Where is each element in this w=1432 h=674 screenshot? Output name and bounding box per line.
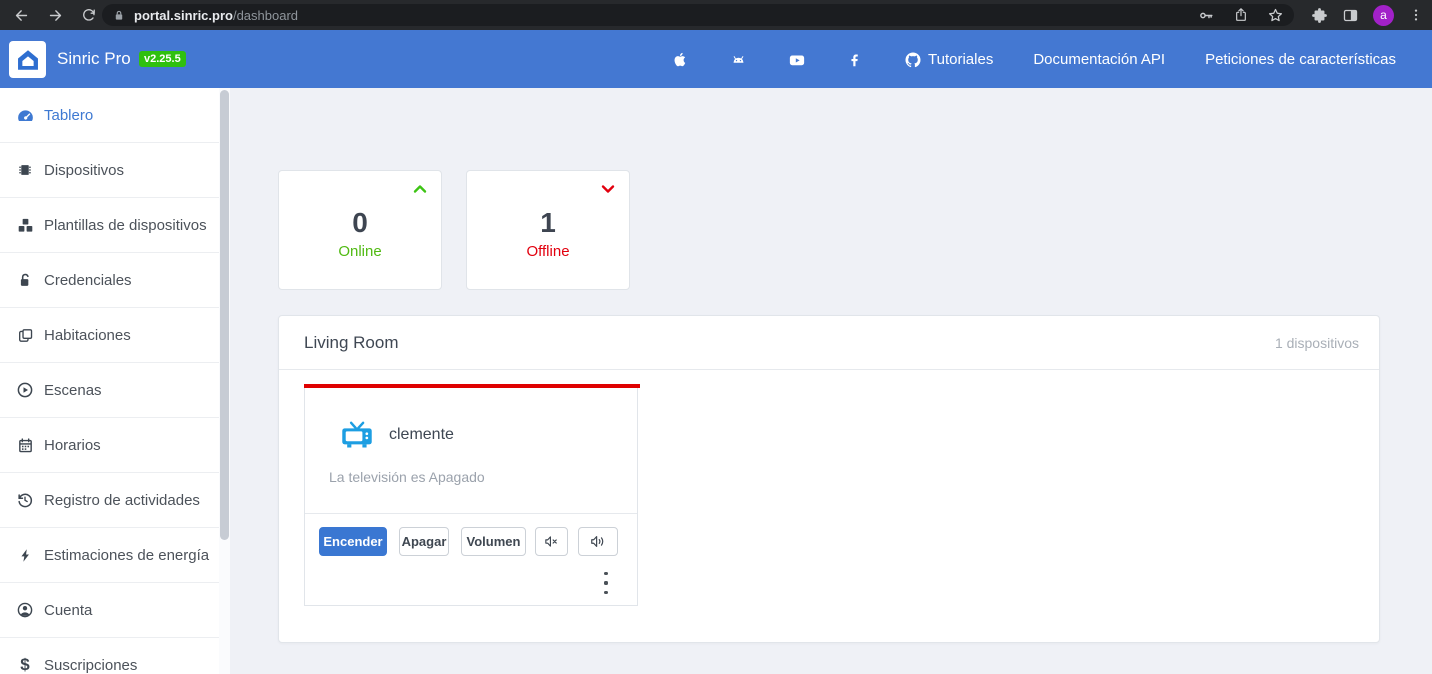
offline-stat-card[interactable]: 1 Offline: [466, 170, 630, 290]
lock-open-icon: [15, 270, 35, 290]
side-panel-icon[interactable]: [1342, 7, 1359, 24]
forward-button[interactable]: [42, 2, 68, 28]
url-bar[interactable]: portal.sinric.pro/dashboard: [102, 4, 1294, 26]
device-name: clemente: [389, 426, 454, 444]
lock-icon: [112, 8, 126, 23]
sidebar-item-plantillas[interactable]: Plantillas de dispositivos: [0, 198, 219, 253]
facebook-icon[interactable]: [846, 51, 863, 68]
user-circle-icon: [15, 600, 35, 620]
browser-toolbar: portal.sinric.pro/dashboard a: [0, 0, 1432, 30]
calendar-icon: [15, 435, 35, 455]
version-badge: v2.25.5: [139, 51, 186, 67]
turn-off-button[interactable]: Apagar: [399, 527, 449, 556]
extensions-puzzle-icon[interactable]: [1311, 7, 1328, 24]
sidebar-item-escenas[interactable]: Escenas: [0, 363, 219, 418]
header-nav-links: Tutoriales Documentación API Peticiones …: [928, 30, 1396, 88]
url-path: /dashboard: [233, 8, 298, 23]
room-panel: Living Room 1 dispositivos clemente La t…: [278, 315, 1380, 643]
sidebar-item-label: Horarios: [44, 437, 101, 454]
device-controls: Encender Apagar Volumen: [305, 513, 637, 605]
mute-button[interactable]: [535, 527, 568, 556]
sidebar-item-label: Dispositivos: [44, 162, 124, 179]
youtube-icon[interactable]: [788, 51, 805, 68]
reload-icon: [81, 7, 97, 23]
url-host: portal.sinric.pro: [134, 8, 233, 23]
sidebar-item-credenciales[interactable]: Credenciales: [0, 253, 219, 308]
dollar-icon: $: [15, 655, 35, 674]
room-panel-header: Living Room 1 dispositivos: [279, 316, 1379, 370]
brand-title: Sinric Pro: [57, 49, 131, 69]
sidebar-item-label: Plantillas de dispositivos: [44, 217, 207, 234]
sidebar-item-suscripciones[interactable]: $ Suscripciones: [0, 638, 219, 674]
offline-label: Offline: [467, 243, 629, 260]
sidebar-item-label: Registro de actividades: [44, 492, 200, 509]
page-scrollbar[interactable]: [219, 88, 230, 674]
share-icon[interactable]: [1233, 7, 1249, 23]
turn-on-button[interactable]: Encender: [319, 527, 387, 556]
back-icon: [13, 7, 30, 24]
play-circle-icon: [15, 380, 35, 400]
sidebar-item-label: Habitaciones: [44, 327, 131, 344]
sidebar-item-label: Credenciales: [44, 272, 132, 289]
volume-up-icon: [589, 534, 608, 549]
sidebar-item-habitaciones[interactable]: Habitaciones: [0, 308, 219, 363]
room-device-count: 1 dispositivos: [1275, 335, 1359, 351]
sidebar-item-cuenta[interactable]: Cuenta: [0, 583, 219, 638]
apple-icon[interactable]: [672, 51, 689, 68]
clone-icon: [15, 325, 35, 345]
sidebar-item-tablero[interactable]: Tablero: [0, 88, 219, 143]
scrollbar-thumb[interactable]: [220, 90, 229, 540]
device-more-menu[interactable]: [598, 572, 614, 594]
device-card: clemente La televisión es Apagado Encend…: [304, 384, 638, 606]
sidebar-item-energia[interactable]: Estimaciones de energía: [0, 528, 219, 583]
bolt-icon: [15, 545, 35, 565]
github-icon[interactable]: [904, 51, 921, 68]
browser-menu-icon[interactable]: [1408, 7, 1424, 23]
online-count: 0: [279, 207, 441, 239]
gauge-icon: [15, 105, 35, 125]
sidebar: Tablero Dispositivos Plantillas de dispo…: [0, 88, 219, 674]
history-icon: [15, 490, 35, 510]
room-title: Living Room: [304, 333, 399, 353]
back-button[interactable]: [8, 2, 34, 28]
bookmark-star-icon[interactable]: [1267, 7, 1284, 24]
sidebar-item-horarios[interactable]: Horarios: [0, 418, 219, 473]
header-social-icons: [672, 30, 921, 88]
nav-tutoriales[interactable]: Tutoriales: [928, 51, 993, 68]
sinric-logo[interactable]: [9, 41, 46, 78]
volume-button[interactable]: Volumen: [461, 527, 526, 556]
nav-peticiones[interactable]: Peticiones de características: [1205, 51, 1396, 68]
online-stat-card[interactable]: 0 Online: [278, 170, 442, 290]
chevron-down-icon: [601, 183, 615, 195]
sidebar-item-label: Escenas: [44, 382, 102, 399]
sidebar-item-dispositivos[interactable]: Dispositivos: [0, 143, 219, 198]
password-key-icon[interactable]: [1198, 7, 1215, 24]
profile-avatar[interactable]: a: [1373, 5, 1394, 26]
sidebar-item-label: Suscripciones: [44, 657, 137, 674]
tv-icon: [341, 421, 373, 448]
online-label: Online: [279, 243, 441, 260]
android-icon[interactable]: [730, 51, 747, 68]
sidebar-item-label: Tablero: [44, 107, 93, 124]
offline-count: 1: [467, 207, 629, 239]
device-offline-bar: [304, 384, 640, 388]
dashboard-main: 0 Online 1 Offline Living Room 1 disposi…: [230, 88, 1432, 674]
volume-up-button[interactable]: [578, 527, 618, 556]
volume-mute-icon: [543, 534, 560, 549]
sidebar-item-registro[interactable]: Registro de actividades: [0, 473, 219, 528]
cubes-icon: [15, 215, 35, 235]
forward-icon: [47, 7, 64, 24]
chevron-up-icon: [413, 183, 427, 195]
device-status-text: La televisión es Apagado: [329, 469, 485, 485]
nav-documentacion-api[interactable]: Documentación API: [1033, 51, 1165, 68]
reload-button[interactable]: [76, 2, 102, 28]
sidebar-item-label: Cuenta: [44, 602, 92, 619]
sidebar-item-label: Estimaciones de energía: [44, 547, 209, 564]
microchip-icon: [15, 160, 35, 180]
app-header: Sinric Pro v2.25.5 Tutoriales Documentac…: [0, 30, 1432, 88]
